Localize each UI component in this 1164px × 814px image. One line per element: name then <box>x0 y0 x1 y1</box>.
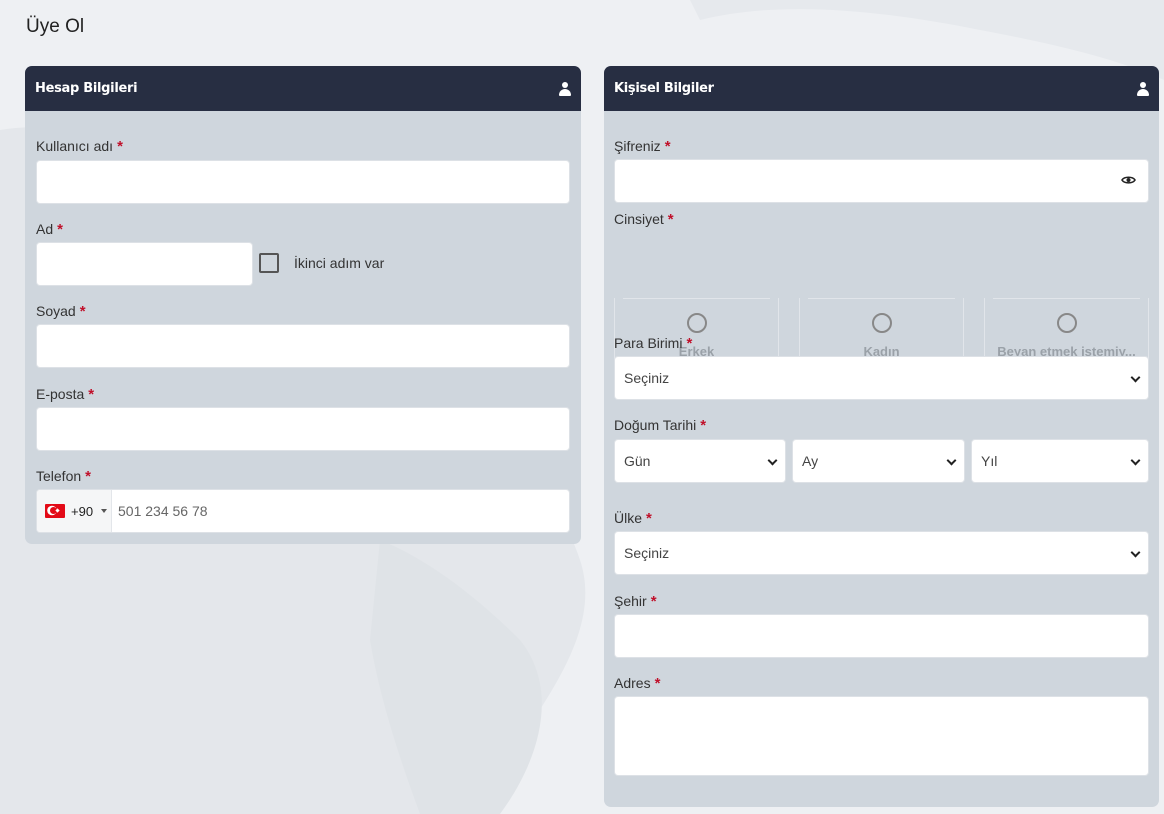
page-title: Üye Ol <box>26 16 85 37</box>
country-code: +90 <box>71 503 94 519</box>
phone-input[interactable]: +90 501 234 56 78 <box>36 489 570 533</box>
chevron-down-icon <box>1131 374 1140 383</box>
personal-info-card: Kişisel Bilgiler Şifreniz * Cinsiyet * Erk… <box>604 66 1159 807</box>
email-label: E-posta * <box>36 386 95 403</box>
user-icon <box>1137 81 1149 96</box>
user-icon <box>559 81 571 96</box>
address-textarea[interactable] <box>614 696 1149 776</box>
personal-card-header: Kişisel Bilgiler <box>604 66 1159 111</box>
chevron-down-icon <box>947 457 956 466</box>
turkey-flag-icon <box>45 504 65 518</box>
city-input[interactable] <box>614 614 1149 658</box>
phone-label: Telefon * <box>36 468 91 485</box>
birth-date-label: Doğum Tarihi * <box>614 417 707 434</box>
radio-button[interactable] <box>686 313 707 333</box>
middle-name-checkbox-label[interactable]: İkinci adım var <box>294 255 384 271</box>
radio-button[interactable] <box>871 313 892 333</box>
email-input[interactable] <box>36 407 570 451</box>
chevron-down-icon <box>1131 457 1140 466</box>
account-card-title: Hesap Bilgileri <box>35 81 138 96</box>
chevron-down-icon <box>768 457 777 466</box>
password-label: Şifreniz * <box>614 138 671 155</box>
account-info-card: Hesap Bilgileri Kullanıcı adı * Ad * İkinc… <box>25 66 581 544</box>
city-label: Şehir * <box>614 593 657 610</box>
personal-card-title: Kişisel Bilgiler <box>614 81 714 96</box>
last-name-input[interactable] <box>36 324 570 368</box>
caret-down-icon <box>101 509 108 513</box>
gender-label: Cinsiyet * <box>614 211 674 228</box>
first-name-label: Ad * <box>36 221 63 238</box>
currency-select[interactable]: Seçiniz <box>614 356 1149 400</box>
phone-placeholder: 501 234 56 78 <box>118 503 208 519</box>
last-name-label: Soyad * <box>36 303 86 320</box>
birth-year-select[interactable]: Yıl <box>971 439 1149 483</box>
country-code-selector[interactable]: +90 <box>37 490 112 532</box>
chevron-down-icon <box>1131 549 1140 558</box>
username-input[interactable] <box>36 160 570 204</box>
address-label: Adres * <box>614 675 661 692</box>
account-card-header: Hesap Bilgileri <box>25 66 581 111</box>
birth-month-select[interactable]: Ay <box>792 439 965 483</box>
password-input[interactable] <box>614 159 1149 203</box>
currency-label: Para Birimi * <box>614 335 693 352</box>
eye-icon[interactable] <box>1121 175 1136 185</box>
username-label: Kullanıcı adı * <box>36 138 123 155</box>
middle-name-checkbox[interactable] <box>259 253 279 273</box>
first-name-input[interactable] <box>36 242 253 286</box>
radio-button[interactable] <box>1056 313 1077 333</box>
birth-day-select[interactable]: Gün <box>614 439 786 483</box>
country-select[interactable]: Seçiniz <box>614 531 1149 575</box>
country-label: Ülke * <box>614 510 652 527</box>
